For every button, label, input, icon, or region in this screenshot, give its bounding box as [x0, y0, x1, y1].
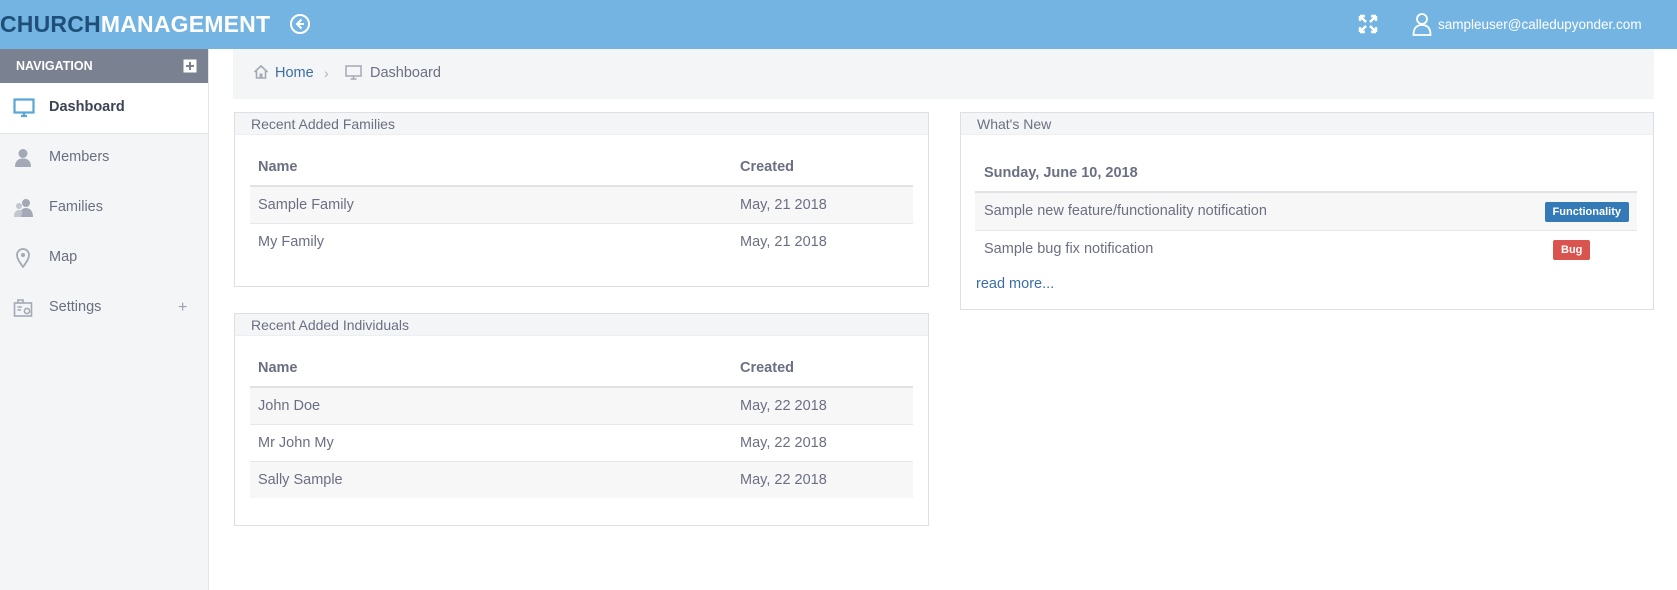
monitor-icon	[345, 65, 362, 80]
table-row[interactable]: My Family May, 21 2018	[250, 224, 913, 261]
news-item[interactable]: Sample bug fix notification Bug	[975, 231, 1637, 268]
created-date-cell: May, 22 2018	[732, 461, 913, 498]
fullscreen-expand-icon[interactable]	[1357, 13, 1379, 35]
sidebar: NAVIGATION Dashboard Members Families Ma…	[0, 49, 209, 590]
table-header-row: Name Created	[250, 148, 913, 187]
expand-plus-icon[interactable]: +	[178, 299, 187, 317]
created-date-cell: May, 22 2018	[732, 387, 913, 425]
column-header-created[interactable]: Created	[732, 148, 913, 187]
people-icon	[13, 198, 35, 218]
sidebar-item-settings[interactable]: Settings +	[0, 283, 208, 333]
individuals-table: Name Created John Doe May, 22 2018 Mr Jo…	[250, 349, 913, 498]
table-row[interactable]: Mr John My May, 22 2018	[250, 424, 913, 462]
functionality-badge[interactable]: Functionality	[1544, 202, 1629, 222]
sidebar-item-label: Map	[49, 249, 78, 265]
family-name-cell: My Family	[258, 234, 325, 250]
table-row[interactable]: John Doe May, 22 2018	[250, 387, 913, 425]
panel-title: Recent Added Families	[251, 116, 395, 132]
breadcrumb: Home › Dashboard	[233, 49, 1654, 99]
navigation-header-label: NAVIGATION	[16, 59, 93, 73]
column-header-name[interactable]: Name	[250, 148, 732, 187]
panel-header: What's New	[961, 113, 1653, 135]
whats-new-panel: What's New Sunday, June 10, 2018 Sample …	[960, 112, 1654, 310]
news-date-heading: Sunday, June 10, 2018	[984, 165, 1138, 181]
news-item-text: Sample bug fix notification	[984, 241, 1154, 257]
panel-header: Recent Added Families	[235, 113, 928, 135]
panel-header: Recent Added Individuals	[235, 314, 928, 336]
column-header-name[interactable]: Name	[250, 349, 732, 388]
monitor-icon	[13, 98, 35, 118]
news-item[interactable]: Sample new feature/functionality notific…	[975, 193, 1637, 231]
person-icon	[13, 148, 35, 168]
family-name-cell: Sample Family	[250, 186, 732, 224]
created-date-cell: May, 21 2018	[732, 186, 913, 224]
individual-name-cell: John Doe	[250, 387, 732, 425]
breadcrumb-separator: ›	[324, 65, 329, 81]
table-row[interactable]: Sally Sample May, 22 2018	[250, 461, 913, 498]
brand-part-1: CHURCH	[0, 11, 101, 37]
panel-title: Recent Added Individuals	[251, 317, 409, 333]
home-icon[interactable]	[253, 64, 269, 80]
settings-building-icon	[13, 298, 35, 318]
created-date-cell: May, 22 2018	[732, 424, 913, 462]
breadcrumb-current: Dashboard	[370, 65, 441, 81]
app-logo[interactable]: CHURCHMANAGEMENT	[0, 10, 270, 38]
plus-square-icon[interactable]	[183, 59, 197, 73]
user-email: sampleuser@calledupyonder.com	[1438, 16, 1642, 32]
brand-part-2: MANAGEMENT	[100, 11, 271, 37]
news-item-text: Sample new feature/functionality notific…	[984, 203, 1267, 219]
map-pin-icon	[13, 248, 35, 269]
navigation-header: NAVIGATION	[0, 49, 208, 83]
sidebar-item-dashboard[interactable]: Dashboard	[0, 83, 208, 134]
sidebar-item-members[interactable]: Members	[0, 133, 208, 183]
user-menu[interactable]: sampleuser@calledupyonder.com	[1412, 11, 1642, 37]
top-navbar: CHURCHMANAGEMENT sampleuser@calledupyond…	[0, 0, 1677, 49]
sidebar-item-label: Members	[49, 149, 110, 165]
sidebar-item-label: Families	[49, 199, 103, 215]
created-date-cell: May, 21 2018	[740, 234, 827, 250]
bug-badge[interactable]: Bug	[1553, 240, 1591, 260]
breadcrumb-home-link[interactable]: Home	[275, 65, 314, 81]
column-header-created[interactable]: Created	[732, 349, 913, 388]
sidebar-item-label: Settings	[49, 299, 102, 315]
individual-name-cell: Mr John My	[250, 424, 732, 462]
sidebar-item-map[interactable]: Map	[0, 233, 208, 283]
recent-individuals-panel: Recent Added Individuals Name Created Jo…	[234, 313, 929, 526]
individual-name-cell: Sally Sample	[250, 461, 732, 498]
back-circle-arrow-icon[interactable]	[289, 13, 311, 35]
panel-title: What's New	[977, 116, 1052, 132]
user-icon	[1412, 13, 1432, 36]
table-row[interactable]: Sample Family May, 21 2018	[250, 186, 913, 224]
sidebar-item-families[interactable]: Families	[0, 183, 208, 233]
families-table: Name Created Sample Family May, 21 2018 …	[250, 148, 913, 260]
read-more-link[interactable]: read more...	[976, 276, 1054, 292]
sidebar-item-label: Dashboard	[49, 99, 125, 115]
recent-families-panel: Recent Added Families Name Created Sampl…	[234, 112, 929, 287]
table-header-row: Name Created	[250, 349, 913, 388]
